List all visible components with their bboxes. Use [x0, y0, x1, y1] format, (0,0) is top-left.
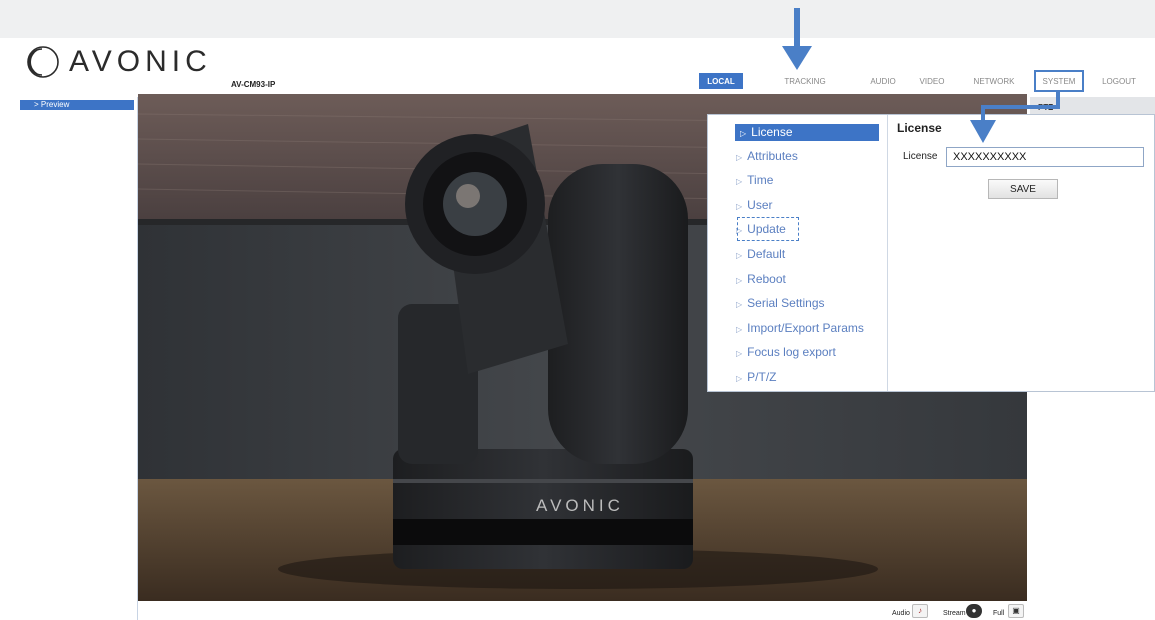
system-menu-item[interactable]: ▷ Import/Export Params: [736, 321, 864, 335]
speaker-muted-icon[interactable]: ♪: [912, 604, 928, 618]
system-popup: ▷ License ▷ Attributes ▷ Time ▷ User ▷ Update ▷ Def…: [707, 114, 1155, 392]
system-menu-item[interactable]: ▷ License: [735, 124, 879, 141]
preview-button[interactable]: > Preview: [20, 100, 134, 110]
stream-label: Stream: [943, 610, 966, 617]
system-menu-item-label: Reboot: [747, 271, 786, 286]
nav-system[interactable]: SYSTEM: [1034, 70, 1084, 92]
nav-audio[interactable]: AUDIO: [866, 73, 900, 89]
system-menu-item-label: P/T/Z: [747, 370, 777, 384]
system-menu-item-label: Attributes: [747, 148, 798, 163]
license-title: License: [897, 121, 942, 135]
update-highlight-box: [737, 217, 799, 241]
logo-mark-icon: [27, 46, 59, 78]
top-strip: [0, 0, 1155, 38]
nav-tracking[interactable]: TRACKING: [776, 73, 834, 89]
nav-network[interactable]: NETWORK: [966, 73, 1022, 89]
system-menu-item[interactable]: ▷ Default: [736, 247, 785, 261]
right-triangle-icon: ▷: [736, 177, 743, 187]
right-triangle-icon: ▷: [736, 324, 743, 334]
right-triangle-icon: ▷: [736, 374, 743, 383]
right-triangle-icon: ▷: [740, 129, 747, 138]
system-menu-item-label: Time: [747, 173, 774, 188]
app-window: AVONIC AV-CM93-IP LOCAL TRACKING AUDIO V…: [0, 0, 1155, 620]
license-input[interactable]: [946, 147, 1144, 167]
annotation-arrow-down-icon: [782, 46, 812, 70]
right-triangle-icon: ▷: [736, 152, 743, 162]
right-triangle-icon: ▷: [736, 349, 743, 359]
system-menu-item-label: Serial Settings: [747, 296, 825, 311]
camera-brand-text: AVONIC: [536, 496, 624, 515]
system-menu-item[interactable]: ▷ P/T/Z: [736, 370, 777, 384]
nav-local[interactable]: LOCAL: [699, 73, 743, 89]
system-menu-item-label: User: [747, 197, 773, 212]
nav-logout[interactable]: LOGOUT: [1094, 73, 1144, 89]
system-menu-item-label: Default: [747, 247, 786, 261]
system-menu-item[interactable]: ▷ Focus log export: [736, 345, 836, 359]
full-label: Full: [993, 610, 1005, 617]
stream-icon[interactable]: ●: [966, 604, 982, 618]
system-menu-item[interactable]: ▷ Reboot: [736, 272, 786, 286]
license-field-label: License: [903, 151, 938, 162]
ptz-label: PTZ: [1038, 103, 1054, 112]
system-menu-item[interactable]: ▷ User: [736, 198, 773, 212]
right-triangle-icon: ▷: [736, 300, 743, 310]
fullscreen-icon[interactable]: ▣: [1008, 604, 1024, 618]
right-triangle-icon: ▷: [736, 251, 743, 260]
save-button[interactable]: SAVE: [988, 179, 1058, 199]
right-triangle-icon: ▷: [736, 201, 743, 211]
system-menu-item-label: License: [751, 125, 793, 139]
system-menu-item[interactable]: ▷ Attributes: [736, 149, 798, 163]
system-menu-item-label: Import/Export Params: [747, 320, 864, 335]
system-menu-item-label: Focus log export: [747, 345, 836, 360]
logo-text: AVONIC: [69, 45, 212, 78]
right-triangle-icon: ▷: [736, 275, 743, 285]
audio-label: Audio: [892, 610, 910, 617]
avonic-logo: AVONIC: [26, 45, 212, 79]
left-sidebar: > Preview: [17, 97, 138, 620]
nav-video[interactable]: VIDEO: [914, 73, 950, 89]
license-panel: License License SAVE: [889, 115, 1155, 391]
system-menu: ▷ License ▷ Attributes ▷ Time ▷ User ▷ Update ▷ Def…: [708, 115, 888, 391]
model-name: AV-CM93-IP: [231, 80, 276, 89]
system-menu-item[interactable]: ▷ Time: [736, 173, 773, 187]
system-menu-item[interactable]: ▷ Serial Settings: [736, 296, 825, 310]
